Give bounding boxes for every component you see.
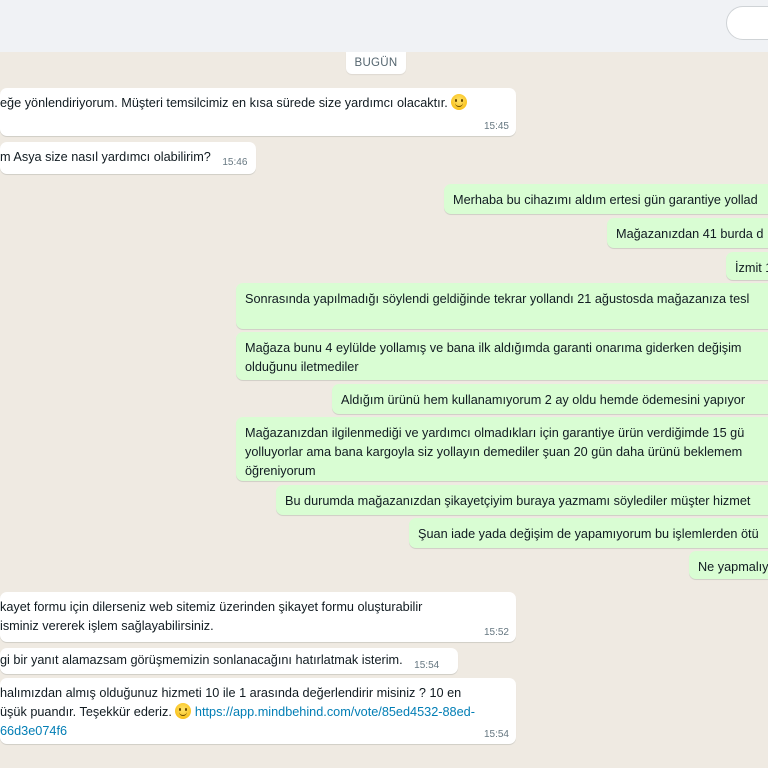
outgoing-message: Mağazanızdan ilgilenmediği ve yardımcı o…	[236, 417, 768, 481]
outgoing-message: Merhaba bu cihazımı aldım ertesi gün gar…	[444, 184, 768, 214]
header-action-button[interactable]	[726, 6, 768, 40]
message-text: kayet formu için dilerseniz web sitemiz …	[0, 600, 423, 614]
message-text: olduğunu iletmediler	[245, 360, 359, 374]
vote-link-continued[interactable]: 66d3e074f6	[0, 722, 508, 741]
message-text: Mağazanızdan ilgilenmediği ve yardımcı o…	[245, 426, 745, 440]
message-text: üşük puandır. Teşekkür ederiz.	[0, 705, 172, 719]
message-time: 15:54	[483, 729, 509, 740]
smiling-face-emoji-icon	[175, 703, 192, 719]
outgoing-message: İzmit 1	[726, 252, 768, 280]
message-text: Mağaza bunu 4 eylülde yollamış ve bana i…	[245, 341, 742, 355]
message-time: 15:45	[483, 121, 509, 132]
outgoing-message: Mağazanızdan 41 burda d	[607, 218, 768, 248]
chat-header	[0, 0, 768, 53]
incoming-message: eğe yönlendiriyorum. Müşteri temsilcimiz…	[0, 88, 516, 136]
outgoing-message: Aldığım ürünü hem kullanamıyorum 2 ay ol…	[332, 384, 768, 414]
message-text: eğe yönlendiriyorum. Müşteri temsilcimiz…	[0, 96, 448, 110]
message-text: Bu durumda mağazanızdan şikayetçiyim bur…	[285, 494, 751, 508]
message-text: gi bir yanıt alamazsam görüşmemizin sonl…	[0, 653, 403, 667]
outgoing-message: Şuan iade yada değişim de yapamıyorum bu…	[409, 518, 768, 548]
message-text: Aldığım ürünü hem kullanamıyorum 2 ay ol…	[341, 393, 746, 407]
outgoing-message: Ne yapmalıy	[689, 551, 768, 579]
outgoing-message: Bu durumda mağazanızdan şikayetçiyim bur…	[276, 485, 768, 515]
outgoing-message: Mağaza bunu 4 eylülde yollamış ve bana i…	[236, 332, 768, 380]
smiling-face-emoji-icon	[451, 94, 468, 110]
message-time: 15:46	[222, 157, 248, 168]
message-text: m Asya size nasıl yardımcı olabilirim?	[0, 150, 211, 164]
message-text: Mağazanızdan 41 burda d	[616, 227, 764, 241]
message-text: Ne yapmalıy	[698, 560, 768, 574]
message-text: isminiz vererek işlem sağlayabilirsiniz.	[0, 619, 214, 633]
message-text: yolluyorlar ama bana kargoyla siz yollay…	[245, 445, 743, 459]
message-text: Şuan iade yada değişim de yapamıyorum bu…	[418, 527, 759, 541]
outgoing-message: Sonrasında yapılmadığı söylendi geldiğin…	[236, 283, 768, 329]
incoming-message: gi bir yanıt alamazsam görüşmemizin sonl…	[0, 648, 458, 674]
date-divider: BUGÜN	[346, 52, 406, 74]
incoming-message: kayet formu için dilerseniz web sitemiz …	[0, 592, 516, 642]
message-list[interactable]: BUGÜN eğe yönlendiriyorum. Müşteri temsi…	[0, 52, 768, 768]
incoming-message: m Asya size nasıl yardımcı olabilirim? 1…	[0, 142, 256, 174]
vote-link[interactable]: https://app.mindbehind.com/vote/85ed4532…	[195, 705, 475, 719]
message-text: öğreniyorum	[245, 464, 316, 478]
message-text: İzmit 1	[735, 261, 768, 275]
message-time: 15:54	[414, 660, 440, 671]
message-text: Sonrasında yapılmadığı söylendi geldiğin…	[245, 292, 750, 306]
message-text: halımızdan almış olduğunuz hizmeti 10 il…	[0, 686, 462, 700]
message-text: Merhaba bu cihazımı aldım ertesi gün gar…	[453, 193, 758, 207]
message-time: 15:52	[483, 627, 509, 638]
incoming-message: halımızdan almış olduğunuz hizmeti 10 il…	[0, 678, 516, 744]
